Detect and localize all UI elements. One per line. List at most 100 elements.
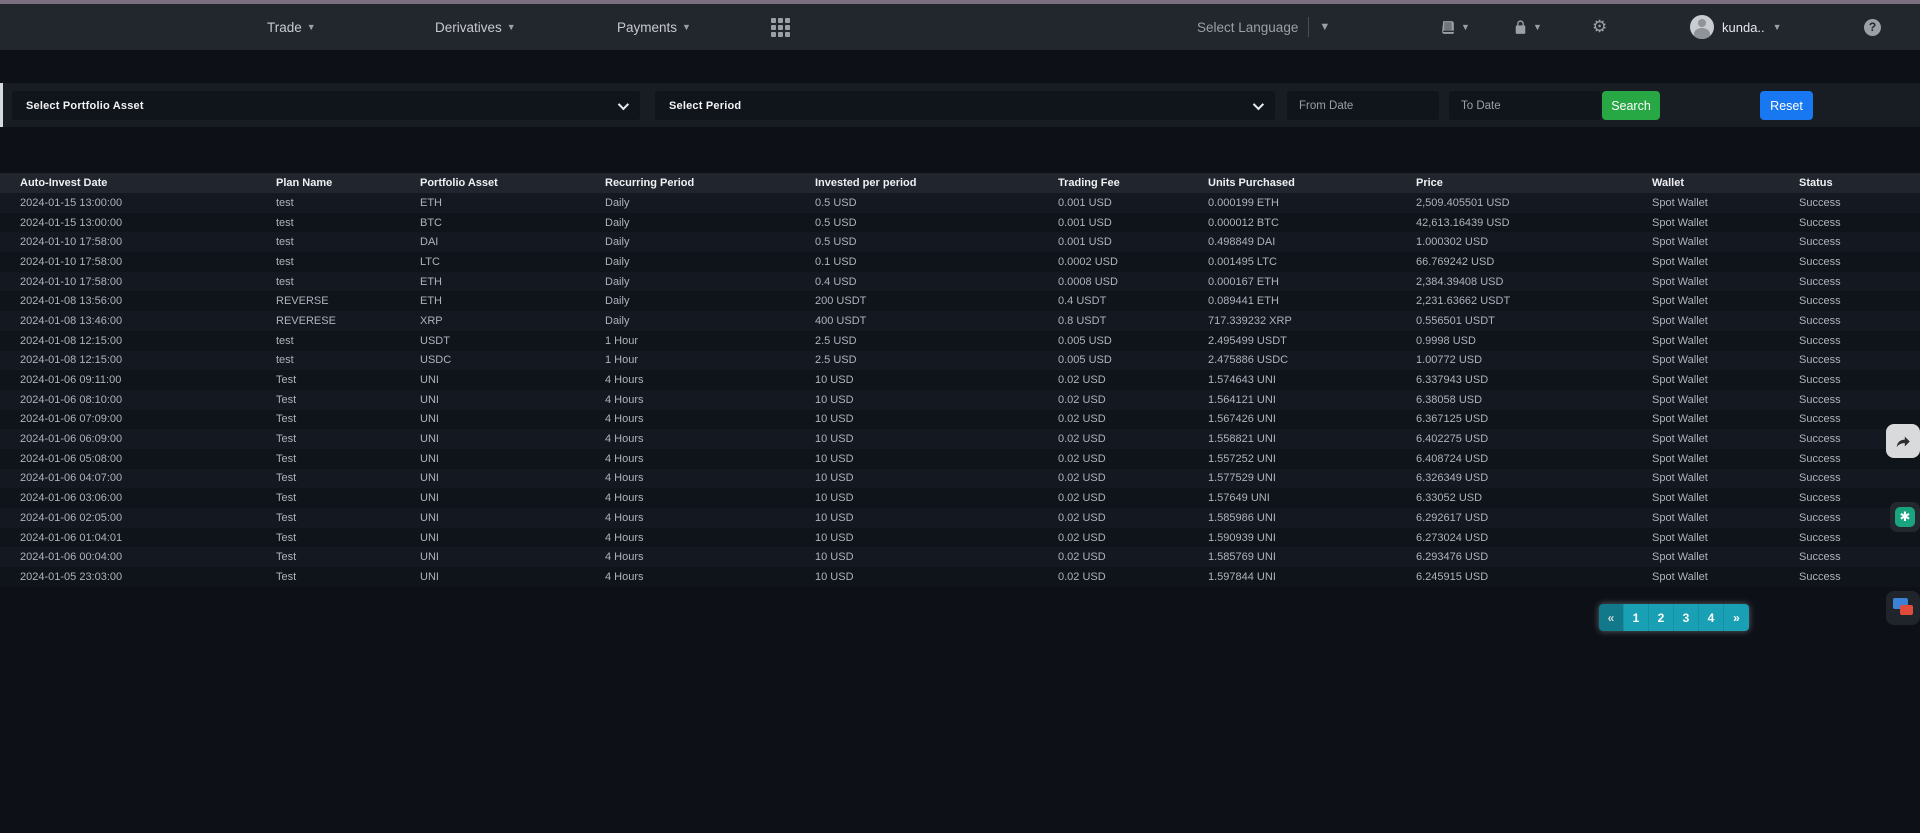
table-cell: Test (276, 429, 420, 449)
table-cell: Success (1799, 547, 1920, 567)
table-row[interactable]: 2024-01-06 01:04:01TestUNI4 Hours10 USD0… (0, 528, 1920, 548)
period-select[interactable]: Select Period (655, 91, 1275, 120)
table-cell: test (276, 252, 420, 272)
table-row[interactable]: 2024-01-15 13:00:00testBTCDaily0.5 USD0.… (0, 213, 1920, 233)
table-cell: 4 Hours (605, 528, 815, 548)
chevron-down-icon: ▼ (1533, 23, 1542, 32)
table-row[interactable]: 2024-01-06 07:09:00TestUNI4 Hours10 USD0… (0, 410, 1920, 430)
table-cell: 6.293476 USD (1416, 547, 1652, 567)
table-cell: USDT (420, 331, 605, 351)
table-row[interactable]: 2024-01-06 06:09:00TestUNI4 Hours10 USD0… (0, 429, 1920, 449)
table-row[interactable]: 2024-01-15 13:00:00testETHDaily0.5 USD0.… (0, 193, 1920, 213)
table-row[interactable]: 2024-01-05 23:03:00TestUNI4 Hours10 USD0… (0, 567, 1920, 587)
table-cell: 4 Hours (605, 390, 815, 410)
table-cell: 0.000012 BTC (1208, 213, 1416, 233)
table-cell: 6.402275 USD (1416, 429, 1652, 449)
table-cell: 2,509.405501 USD (1416, 193, 1652, 213)
table-cell: ETH (420, 291, 605, 311)
table-row[interactable]: 2024-01-10 17:58:00testDAIDaily0.5 USD0.… (0, 232, 1920, 252)
table-row[interactable]: 2024-01-06 08:10:00TestUNI4 Hours10 USD0… (0, 390, 1920, 410)
chevron-down-icon: ▼ (682, 23, 691, 32)
table-row[interactable]: 2024-01-06 05:08:00TestUNI4 Hours10 USD0… (0, 449, 1920, 469)
table-cell: 2024-01-06 08:10:00 (0, 390, 276, 410)
table-cell: Success (1799, 232, 1920, 252)
settings-menu[interactable]: ⚙ (1592, 4, 1607, 50)
table-cell: 1 Hour (605, 351, 815, 371)
table-cell: 2.475886 USDC (1208, 351, 1416, 371)
nav-item-trade[interactable]: Trade ▼ (267, 4, 316, 50)
table-row[interactable]: 2024-01-08 13:56:00REVERSEETHDaily200 US… (0, 291, 1920, 311)
apps-grid-icon[interactable] (771, 18, 790, 37)
table-row[interactable]: 2024-01-10 17:58:00testLTCDaily0.1 USD0.… (0, 252, 1920, 272)
table-cell: Spot Wallet (1652, 547, 1799, 567)
search-button[interactable]: Search (1602, 91, 1660, 120)
to-date-input[interactable] (1449, 91, 1601, 120)
table-cell: 6.245915 USD (1416, 567, 1652, 587)
table-cell: 2.5 USD (815, 351, 1058, 371)
reset-button[interactable]: Reset (1760, 91, 1813, 120)
table-cell: 4 Hours (605, 429, 815, 449)
table-row[interactable]: 2024-01-06 03:06:00TestUNI4 Hours10 USD0… (0, 488, 1920, 508)
table-row[interactable]: 2024-01-08 12:15:00testUSDC1 Hour2.5 USD… (0, 351, 1920, 371)
table-cell: 6.38058 USD (1416, 390, 1652, 410)
pagination-page-button[interactable]: 1 (1624, 604, 1649, 631)
pagination-page-button[interactable]: 4 (1699, 604, 1724, 631)
chevron-down-icon: ▼ (1461, 23, 1470, 32)
share-widget-button[interactable] (1886, 424, 1920, 458)
table-cell: Spot Wallet (1652, 508, 1799, 528)
table-cell: 2024-01-06 03:06:00 (0, 488, 276, 508)
nav-item-derivatives[interactable]: Derivatives ▼ (435, 4, 516, 50)
table-cell: 0.001495 LTC (1208, 252, 1416, 272)
column-header: Recurring Period (605, 173, 815, 193)
avatar (1690, 15, 1714, 39)
pagination-page-button[interactable]: 2 (1649, 604, 1674, 631)
book-icon (1440, 19, 1457, 36)
assistant-icon: ✱ (1895, 507, 1915, 527)
table-cell: Test (276, 547, 420, 567)
table-cell: 1.558821 UNI (1208, 429, 1416, 449)
gear-icon: ⚙ (1592, 17, 1607, 37)
pagination-next-button[interactable]: » (1724, 604, 1749, 631)
pagination: « 1234» (1599, 604, 1749, 631)
assistant-widget-button[interactable]: ✱ (1890, 502, 1920, 532)
chat-widget-button[interactable] (1886, 591, 1920, 625)
table-cell: 0.498849 DAI (1208, 232, 1416, 252)
table-cell: Spot Wallet (1652, 488, 1799, 508)
column-header: Auto-Invest Date (0, 173, 276, 193)
table-cell: 2024-01-15 13:00:00 (0, 193, 276, 213)
table-cell: ETH (420, 193, 605, 213)
table-cell: 1.57649 UNI (1208, 488, 1416, 508)
table-row[interactable]: 2024-01-06 02:05:00TestUNI4 Hours10 USD0… (0, 508, 1920, 528)
pagination-page-button[interactable]: 3 (1674, 604, 1699, 631)
from-date-input[interactable] (1287, 91, 1439, 120)
portfolio-asset-select[interactable]: Select Portfolio Asset (12, 91, 640, 120)
table-cell: 2024-01-08 12:15:00 (0, 331, 276, 351)
user-menu[interactable]: kunda.. ▼ (1690, 4, 1782, 50)
orders-book-menu[interactable]: ▼ (1440, 4, 1470, 50)
table-cell: test (276, 213, 420, 233)
wallet-bag-menu[interactable]: ▼ (1512, 4, 1542, 50)
table-row[interactable]: 2024-01-08 12:15:00testUSDT1 Hour2.5 USD… (0, 331, 1920, 351)
table-cell: 2024-01-06 02:05:00 (0, 508, 276, 528)
language-selector[interactable]: Select Language ▼ (1197, 4, 1330, 50)
table-row[interactable]: 2024-01-06 04:07:00TestUNI4 Hours10 USD0… (0, 469, 1920, 489)
table-cell: UNI (420, 469, 605, 489)
table-cell: 0.089441 ETH (1208, 291, 1416, 311)
table-row[interactable]: 2024-01-06 09:11:00TestUNI4 Hours10 USD0… (0, 370, 1920, 390)
table-row[interactable]: 2024-01-08 13:46:00REVERESEXRPDaily400 U… (0, 311, 1920, 331)
language-dropdown-icon[interactable]: ▼ (1319, 21, 1330, 33)
pagination-prev-button[interactable]: « (1599, 604, 1624, 631)
table-cell: Test (276, 449, 420, 469)
table-row[interactable]: 2024-01-10 17:58:00testETHDaily0.4 USD0.… (0, 272, 1920, 292)
nav-item-label: Payments (617, 20, 677, 35)
table-row[interactable]: 2024-01-06 00:04:00TestUNI4 Hours10 USD0… (0, 547, 1920, 567)
nav-item-payments[interactable]: Payments ▼ (617, 4, 691, 50)
table-cell: UNI (420, 449, 605, 469)
table-cell: 0.02 USD (1058, 410, 1208, 430)
table-cell: 4 Hours (605, 469, 815, 489)
table-cell: 2024-01-10 17:58:00 (0, 252, 276, 272)
table-cell: 0.02 USD (1058, 370, 1208, 390)
table-cell: 10 USD (815, 449, 1058, 469)
column-header: Portfolio Asset (420, 173, 605, 193)
help-menu[interactable]: ? (1864, 4, 1881, 50)
